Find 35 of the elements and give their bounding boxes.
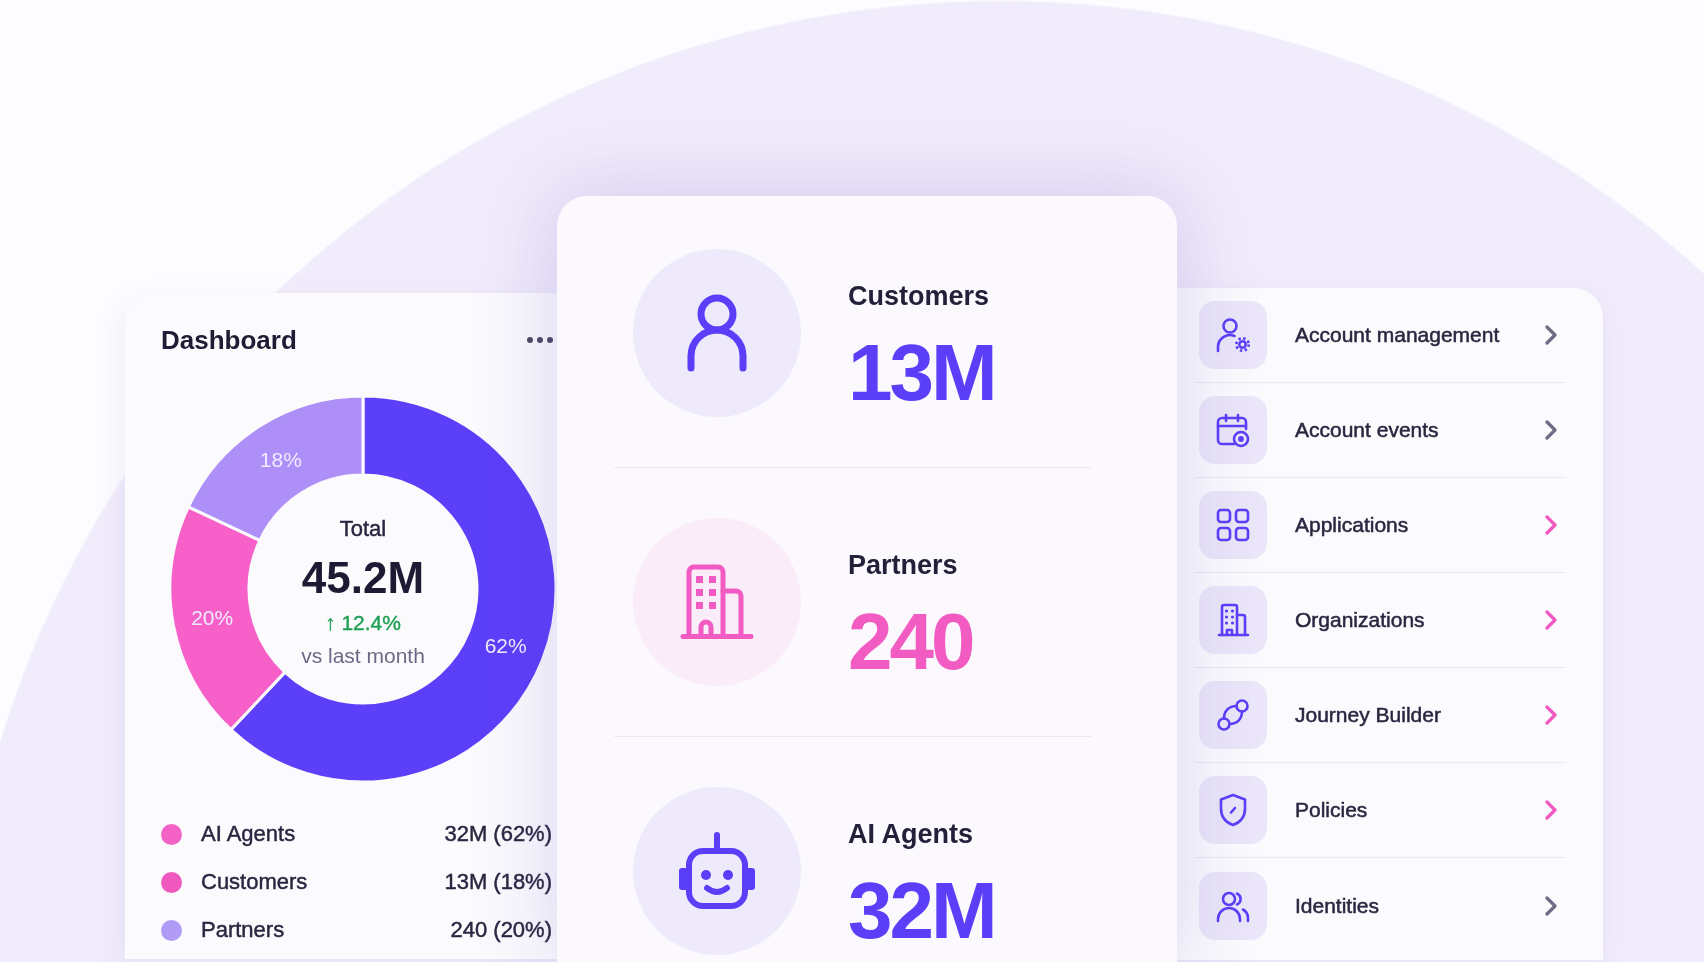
nav-item[interactable]: Account events [1195,383,1566,478]
nav-item[interactable]: Journey Builder [1195,668,1566,763]
legend-value: 13M (18%) [444,869,552,895]
connected-circles-icon [1199,681,1267,749]
legend-label: Customers [201,869,309,895]
stat-value: 13M [848,333,995,413]
users-icon [1199,871,1267,940]
legend-label: AI Agents [201,821,297,847]
nav-item[interactable]: Policies [1195,763,1566,858]
nav-item[interactable]: Account management [1195,288,1566,383]
stat-label: Partners [848,549,959,581]
stat-value: 240 [848,602,973,682]
legend-label: Partners [201,917,286,943]
slice-label: 18% [259,447,302,471]
nav-item[interactable]: Identities [1195,858,1566,953]
building-icon [1199,586,1267,654]
stat-label: Customers [848,280,991,312]
slice-label: 62% [484,634,527,657]
legend-value: 32M (62%) [444,821,552,847]
more-icon[interactable] [527,337,553,343]
stat-value: 32M [848,871,995,951]
nav-item[interactable]: Organizations [1195,573,1566,668]
card-title: Dashboard [161,324,297,357]
period-label: vs last month [301,642,425,669]
grid-icon [1199,491,1267,559]
change-value: ↑ 12.4% [325,609,401,636]
stat-label: AI Agents [848,818,974,850]
calendar-clock-icon [1199,396,1267,464]
user-gear-icon [1199,301,1267,369]
total-value: 45.2M [301,553,425,602]
nav-item[interactable]: Applications [1195,478,1566,573]
legend-value: 240 (20%) [450,917,552,943]
total-label: Total [339,515,387,542]
shield-icon [1199,776,1267,844]
slice-label: 20% [191,606,234,630]
